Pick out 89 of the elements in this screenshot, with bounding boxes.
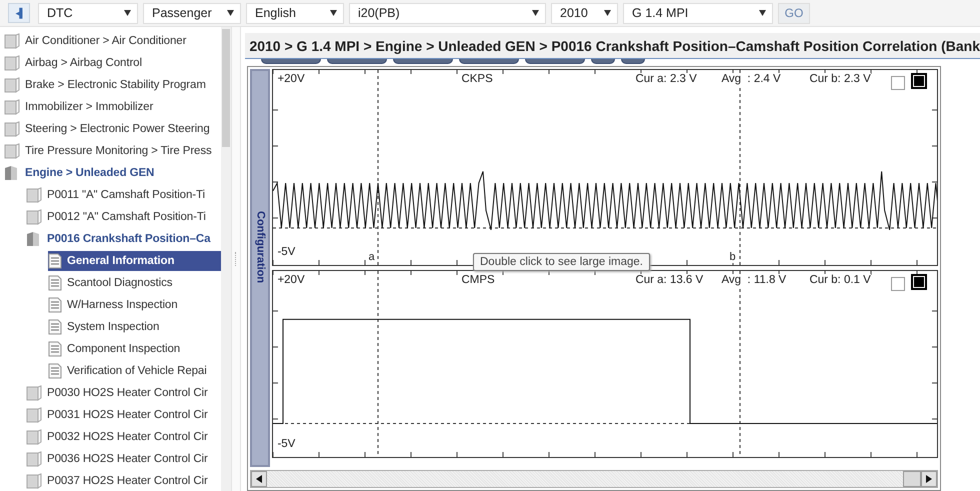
axis-min-label: -5V — [277, 246, 296, 258]
tree-item[interactable]: Engine > Unleaded GEN — [4, 163, 158, 183]
book-icon — [4, 77, 20, 93]
document-icon — [48, 275, 62, 291]
breadcrumb: 2010 > G 1.4 MPI > Engine > Unleaded GEN > P0016 Crankshaft Position–Camshaft Position Correlation (Bank — [245, 33, 980, 59]
toolbar-button[interactable] — [261, 59, 322, 64]
average-reading: Avg : 11.8 V — [721, 274, 786, 286]
dropdown[interactable]: G 1.4 MPI — [623, 2, 773, 24]
tree-item[interactable]: P0012 "A" Camshaft Position-Ti — [26, 207, 210, 227]
book-icon — [26, 209, 42, 225]
caret-icon — [759, 10, 766, 16]
book-icon — [4, 55, 20, 71]
book-icon — [26, 451, 42, 467]
document-icon — [48, 319, 62, 335]
caret-icon — [604, 10, 611, 16]
tree-item[interactable]: P0037 HO2S Heater Control Cir — [26, 471, 212, 491]
tree-item[interactable]: System Inspection — [48, 317, 164, 337]
channel-toggle-icon[interactable] — [911, 73, 928, 89]
toolbar-button[interactable] — [393, 59, 454, 64]
scroll-right-button[interactable] — [921, 471, 938, 487]
book-icon — [26, 187, 42, 203]
tree-item[interactable]: P0036 HO2S Heater Control Cir — [26, 449, 212, 469]
axis-max-label: +20V — [277, 73, 305, 85]
tree-item[interactable]: Tire Pressure Monitoring > Tire Press — [4, 141, 216, 161]
tree-item[interactable]: Component Inspection — [48, 339, 184, 359]
dropdown[interactable]: Passenger — [143, 2, 241, 24]
caret-icon — [330, 10, 337, 16]
toolbar-button[interactable] — [525, 59, 586, 64]
cursor-label: a — [367, 251, 376, 263]
dropdown[interactable]: 2010 — [551, 2, 618, 24]
cursor-a-reading: Cur a: 2.3 V — [635, 73, 697, 85]
scrollbar-thumb[interactable] — [903, 471, 922, 487]
book-icon — [26, 385, 42, 401]
tree-item[interactable]: W/Harness Inspection — [48, 295, 182, 315]
tree-item[interactable]: Brake > Electronic Stability Program — [4, 75, 210, 95]
channel-checkbox[interactable] — [891, 277, 906, 291]
open-book-icon — [4, 165, 20, 181]
book-icon — [26, 407, 42, 423]
tree-item[interactable]: Air Conditioner > Air Conditioner — [4, 31, 190, 51]
tree-item[interactable]: P0011 "A" Camshaft Position-Ti — [26, 185, 209, 205]
tree-item[interactable]: P0016 Crankshaft Position–Ca — [26, 229, 214, 249]
channel-toggle-icon[interactable] — [911, 274, 928, 290]
scroll-left-button[interactable] — [251, 471, 268, 487]
caret-icon — [124, 10, 131, 16]
caret-icon — [227, 10, 234, 16]
book-icon — [26, 429, 42, 445]
cursor-label: b — [728, 251, 737, 263]
configuration-tab[interactable]: Configuration — [250, 69, 270, 467]
open-book-icon — [26, 231, 42, 247]
tree-item[interactable]: Airbag > Airbag Control — [4, 53, 146, 73]
toolbar-button[interactable] — [591, 59, 616, 64]
book-icon — [4, 143, 20, 159]
tree-item[interactable]: Verification of Vehicle Repai — [48, 361, 211, 381]
tree-item[interactable]: P0030 HO2S Heater Control Cir — [26, 383, 212, 403]
dropdown[interactable]: i20(PB) — [349, 2, 546, 24]
cursor-a-reading: Cur a: 13.6 V — [635, 274, 704, 286]
left-arrow-icon — [256, 475, 262, 483]
book-icon — [4, 121, 20, 137]
cursor-b-reading: Cur b: 2.3 V — [809, 73, 871, 85]
tree-item[interactable]: General Information — [48, 251, 222, 271]
tree-item[interactable]: Immobilizer > Immobilizer — [4, 97, 158, 117]
right-arrow-icon — [926, 475, 932, 483]
book-icon — [26, 473, 42, 489]
cursor-b-reading: Cur b: 0.1 V — [809, 274, 871, 286]
axis-min-label: -5V — [277, 438, 296, 450]
collapse-sidebar-button[interactable]: ◀▌ — [8, 3, 30, 23]
scrollbar-thumb[interactable] — [222, 29, 230, 147]
document-icon — [48, 341, 62, 357]
channel-checkbox[interactable] — [891, 76, 906, 90]
toolbar-button[interactable] — [459, 59, 520, 64]
channel-name: CKPS — [461, 73, 493, 85]
document-icon — [48, 297, 62, 313]
tree-item[interactable]: P0032 HO2S Heater Control Cir — [26, 427, 212, 447]
dropdown[interactable]: English — [246, 2, 344, 24]
axis-max-label: +20V — [277, 274, 305, 286]
dropdown[interactable]: DTC — [38, 2, 138, 24]
toolbar-button[interactable] — [327, 59, 388, 64]
toolbar-button[interactable] — [621, 59, 646, 64]
tooltip: Double click to see large image. — [473, 253, 650, 271]
caret-icon — [532, 10, 539, 16]
tree-item[interactable]: P0031 HO2S Heater Control Cir — [26, 405, 212, 425]
document-icon — [48, 253, 62, 269]
document-icon — [48, 363, 62, 379]
tree-item[interactable]: Steering > Electronic Power Steering — [4, 119, 214, 139]
tree-item[interactable]: Scantool Diagnostics — [48, 273, 176, 293]
channel-name: CMPS — [461, 274, 495, 286]
book-icon — [4, 99, 20, 115]
book-icon — [4, 33, 20, 49]
average-reading: Avg : 2.4 V — [721, 73, 781, 85]
